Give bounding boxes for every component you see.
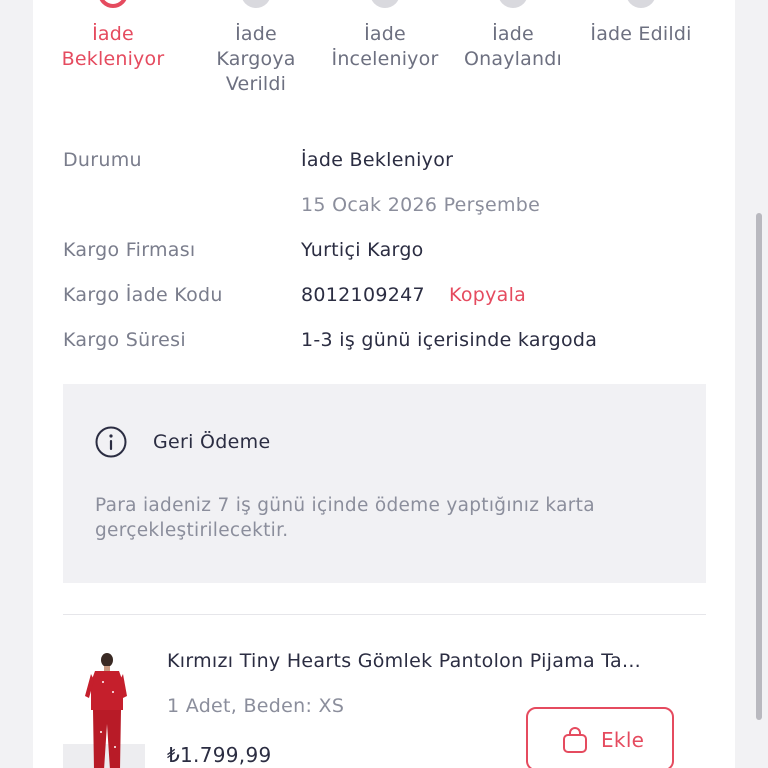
step-return-approved: İade Onaylandı <box>443 0 583 72</box>
step-return-shipped: İade Kargoya Verildi <box>186 0 326 97</box>
return-detail-sheet: İade Bekleniyor İade Kargoya Verildi İad… <box>33 0 735 768</box>
return-code-row: Kargo İade Kodu 8012109247 Kopyala <box>63 278 703 323</box>
status-row: Durumu İade Bekleniyor <box>63 143 703 188</box>
status-label: Durumu <box>63 149 142 171</box>
step-label: İade Bekleniyor <box>61 23 165 70</box>
refund-info-box: Geri Ödeme Para iadeniz 7 iş günü içinde… <box>63 384 706 583</box>
copy-code-button[interactable]: Kopyala <box>449 284 526 306</box>
return-status-stepper: İade Bekleniyor İade Kargoya Verildi İad… <box>33 0 735 98</box>
carrier-value: Yurtiçi Kargo <box>301 239 424 261</box>
step-label: İade Kargoya Verildi <box>216 23 296 95</box>
return-code-value: 8012109247 <box>301 284 425 306</box>
refund-description: Para iadeniz 7 iş günü içinde ödeme yapt… <box>95 495 595 541</box>
step-indicator-active <box>98 0 128 8</box>
step-indicator <box>498 0 528 8</box>
step-return-reviewing: İade İnceleniyor <box>315 0 455 72</box>
status-date-row: 15 Ocak 2026 Perşembe <box>63 188 703 233</box>
divider <box>63 614 706 615</box>
step-label: İade Onaylandı <box>464 23 562 70</box>
step-indicator <box>626 0 656 8</box>
duration-label: Kargo Süresi <box>63 329 186 351</box>
product-thumbnail[interactable] <box>63 652 145 768</box>
duration-value: 1-3 iş günü içerisinde kargoda <box>301 329 598 351</box>
status-date: 15 Ocak 2026 Perşembe <box>301 194 541 216</box>
return-details: Durumu İade Bekleniyor 15 Ocak 2026 Perş… <box>63 143 703 368</box>
carrier-row: Kargo Firması Yurtiçi Kargo <box>63 233 703 278</box>
status-value: İade Bekleniyor <box>301 149 454 171</box>
step-label: İade Edildi <box>590 23 692 45</box>
step-indicator <box>241 0 271 8</box>
add-button-label: Ekle <box>601 728 645 752</box>
step-return-completed: İade Edildi <box>571 0 711 47</box>
step-indicator <box>370 0 400 8</box>
step-return-pending: İade Bekleniyor <box>43 0 183 72</box>
shopping-bag-icon <box>563 727 587 753</box>
scrollbar[interactable] <box>756 213 762 720</box>
step-label: İade İnceleniyor <box>331 23 439 70</box>
product-price: ₺1.799,99 <box>167 743 272 767</box>
duration-row: Kargo Süresi 1-3 iş günü içerisinde karg… <box>63 323 703 368</box>
product-name[interactable]: Kırmızı Tiny Hearts Gömlek Pantolon Pija… <box>167 650 687 672</box>
info-icon <box>95 426 127 458</box>
product-quantity-size: 1 Adet, Beden: XS <box>167 695 345 717</box>
refund-title: Geri Ödeme <box>153 431 271 453</box>
return-code-label: Kargo İade Kodu <box>63 284 223 306</box>
product-item: Kırmızı Tiny Hearts Gömlek Pantolon Pija… <box>63 640 706 768</box>
add-to-cart-button[interactable]: Ekle <box>526 707 674 768</box>
carrier-label: Kargo Firması <box>63 239 196 261</box>
